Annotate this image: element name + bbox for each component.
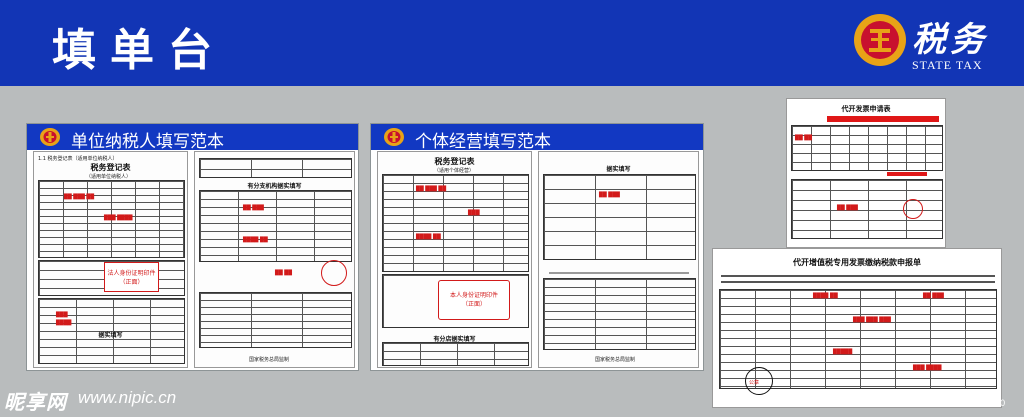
invoice-request-title: 代开发票申请表 (841, 105, 891, 113)
vat-report-red-entry: ███ ████ (913, 365, 942, 371)
unit-form-title: 税务登记表 (90, 163, 131, 172)
individual-form2-red-entry: ██ ███ (599, 192, 620, 198)
invoice-request-red-header (827, 116, 939, 122)
individual-form-page-1: 税务登记表 （适用个体经营） ██ ███ ██ ███ ████ ██ 本人身… (377, 151, 532, 368)
invoice-request-form: 代开发票申请表 ██ ██ ██ ███ (786, 98, 946, 248)
watermark-site-name: 昵享网 (4, 390, 67, 414)
unit-form2-red-entry: ████ ██ (243, 237, 268, 243)
individual-form-table-bottom (382, 342, 529, 366)
tax-logo-english: STATE TAX (912, 58, 983, 72)
individual-form-subtitle: （适用个体经营） (434, 168, 475, 174)
invoice-request-red-entry-bar (887, 172, 927, 176)
unit-form2-table-lower (199, 292, 352, 348)
unit-form2-red-entry: ██ ███ (243, 205, 264, 211)
individual-form2-title: 据实填写 (606, 166, 631, 173)
unit-form2-red-entry: ██ ██ (275, 270, 292, 276)
owner-id-copy-box: 本人身份证明印件 （正面） (438, 280, 510, 320)
unit-form-red-entry: ██ ███ ██ (64, 194, 95, 200)
vat-invoice-report-form: 代开增值税专用发票缴纳税款申报单 ████ ██ ██ ███ ███ ███ … (712, 248, 1002, 408)
individual-form2-table-lower (543, 278, 696, 350)
individual-form-table-top (382, 174, 529, 272)
tax-logo-text: 税务 (912, 20, 988, 60)
individual-form-page-2: 据实填写 ██ ███ 国家税务总局监制 (538, 151, 699, 368)
owner-id-copy-side: （正面） (461, 301, 486, 308)
individual-form-red-entry: ██ ███ ██ (416, 186, 447, 192)
page-title: 填单台 (52, 25, 226, 76)
vat-report-instruction-line (721, 281, 995, 283)
unit-taxpayer-panel-header: 单位纳税人填写范本 (27, 124, 358, 152)
individual-business-panel-title: 个体经营填写范本 (415, 132, 551, 152)
watermark-url: www.nipic.cn (78, 388, 177, 407)
tax-emblem-icon (40, 128, 60, 146)
invoice-request-red-entry: ██ ███ (837, 205, 858, 211)
unit-form-subtitle: （适用单位纳税人） (86, 174, 132, 180)
legal-person-id-copy-label: 法人身份证明印件 (107, 270, 156, 277)
applicant-seal (903, 199, 923, 219)
unit-form-section-label: 1.1 税务登记表（适用单位纳税人） (38, 156, 118, 162)
company-seal (321, 260, 347, 286)
individual-business-panel: 个体经营填写范本 税务登记表 （适用个体经营） ██ ███ ██ ███ ██… (370, 123, 704, 371)
vat-report-title: 代开增值税专用发票缴纳税款申报单 (793, 258, 921, 267)
invoice-request-red-entry: ██ ██ (795, 135, 812, 141)
vat-report-red-entry: ███ ███ ███ (853, 317, 891, 323)
invoice-request-table-top (791, 125, 943, 171)
unit-form2-title: 有分支机构据实填写 (247, 183, 302, 190)
unit-taxpayer-panel-title: 单位纳税人填写范本 (71, 132, 224, 152)
vat-report-instruction-line (721, 275, 995, 277)
vat-report-seal-text: 公章 (749, 380, 760, 386)
vat-report-red-entry: █████ (833, 349, 853, 355)
individual-form-title: 税务登记表 (434, 157, 475, 166)
unit-form2-table-head (199, 158, 352, 178)
unit-form-red-entry: ███ ████ (104, 215, 133, 221)
individual-form2-footer: 国家税务总局监制 (595, 357, 636, 363)
individual-form-red-entry: ███ (468, 210, 480, 216)
tax-emblem-icon (384, 128, 404, 146)
unit-form2-footer: 国家税务总局监制 (249, 357, 290, 363)
unit-form-page-1: 1.1 税务登记表（适用单位纳税人） 税务登记表 （适用单位纳税人） ██ ██… (33, 151, 188, 368)
tax-emblem-icon (854, 14, 906, 66)
owner-id-copy-label: 本人身份证明印件 (449, 292, 498, 299)
vat-report-red-entry: ██ ███ (923, 293, 944, 299)
unit-form-red-entry: ████ (56, 320, 72, 326)
unit-form2-table-body (199, 190, 352, 262)
unit-form-fill-note: 据实填写 (98, 332, 123, 339)
unit-form-page-2: 有分支机构据实填写 ██ ███ ████ ██ ██ ██ 国家税务总局监制 (194, 151, 355, 368)
header-banner: 填单台 税务 STATE TAX (0, 0, 1024, 86)
individual-form2-row-line (549, 272, 689, 274)
vat-report-red-entry: ████ ██ (813, 293, 838, 299)
legal-person-id-copy-side: （正面） (119, 279, 144, 286)
individual-form2-table (543, 174, 696, 260)
unit-taxpayer-panel: 单位纳税人填写范本 1.1 税务登记表（适用单位纳税人） 税务登记表 （适用单位… (26, 123, 359, 371)
individual-business-panel-header: 个体经营填写范本 (371, 124, 703, 152)
watermark-image-id: ID:6528304 NO:20140426154050968000 (840, 398, 1006, 408)
legal-person-id-copy-box: 法人身份证明印件 （正面） (104, 262, 159, 292)
individual-form-red-entry: ████ ██ (416, 234, 441, 240)
unit-form-red-entry: ███ (56, 312, 68, 318)
